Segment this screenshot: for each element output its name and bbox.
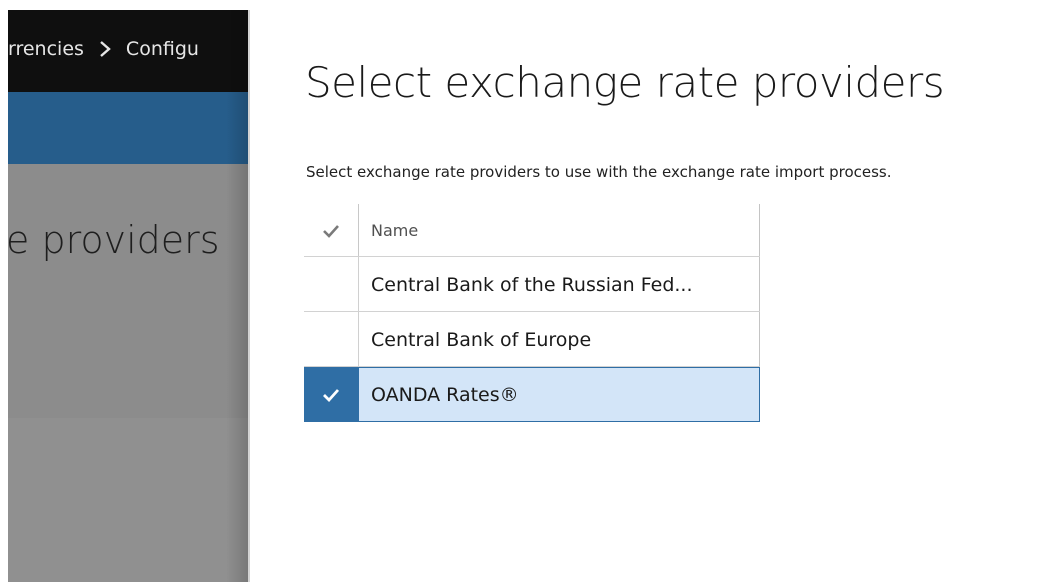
breadcrumb-item-currencies[interactable]: rrencies [8, 38, 84, 60]
row-select-toggle[interactable] [304, 312, 358, 367]
row-select-toggle[interactable] [304, 257, 358, 312]
breadcrumb-items: rrencies Configu [8, 38, 199, 60]
select-all-toggle[interactable] [304, 204, 358, 257]
breadcrumb-item-configure[interactable]: Configu [126, 38, 199, 60]
breadcrumb: rrencies Configu [8, 10, 248, 92]
dialog-description: Select exchange rate providers to use wi… [306, 163, 892, 181]
provider-name[interactable]: OANDA Rates® [358, 367, 760, 422]
dialog-title: Select exchange rate providers [305, 58, 945, 107]
background-title-area: e providers [8, 164, 248, 418]
checkmark-icon [323, 388, 340, 402]
chevron-right-icon [98, 39, 112, 59]
background-page: rrencies Configu e providers [8, 10, 248, 582]
grid-row-provider-selected[interactable]: OANDA Rates® [304, 367, 760, 422]
grid-row-provider[interactable]: Central Bank of Europe [304, 312, 760, 367]
column-header-name[interactable]: Name [358, 204, 760, 257]
background-page-title: e providers [8, 218, 220, 262]
provider-name[interactable]: Central Bank of Europe [358, 312, 760, 367]
row-select-toggle[interactable] [304, 367, 358, 422]
checkmark-icon [323, 224, 339, 238]
background-content [8, 418, 248, 582]
screen: rrencies Configu e providers Select exch… [0, 0, 1042, 582]
select-providers-dialog: Select exchange rate providers Select ex… [250, 0, 1042, 582]
providers-grid: Name Central Bank of the Russian Fed... … [304, 204, 760, 422]
grid-row-provider[interactable]: Central Bank of the Russian Fed... [304, 257, 760, 312]
provider-name[interactable]: Central Bank of the Russian Fed... [358, 257, 760, 312]
panel-shadow [226, 10, 250, 582]
grid-header-row: Name [304, 204, 760, 257]
app-bar [8, 92, 248, 164]
